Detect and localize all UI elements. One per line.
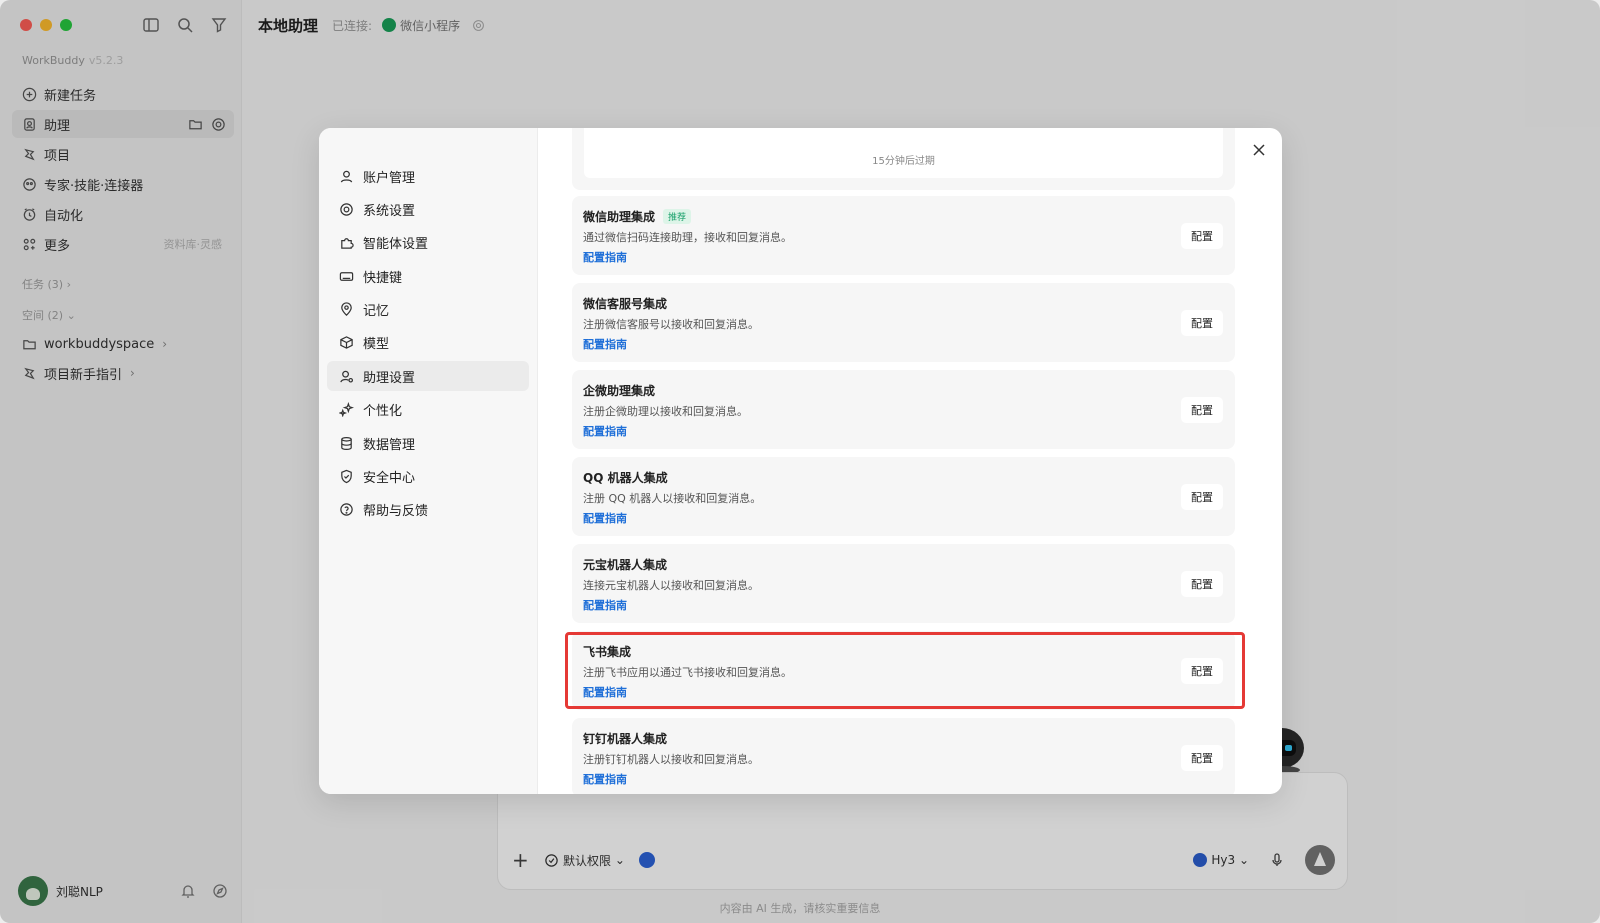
settings-menu-label: 个性化: [363, 404, 403, 420]
help-icon: [339, 502, 354, 517]
settings-menu-label: 帮助与反馈: [363, 504, 429, 520]
integration-card-dingtalk: 钉钉机器人集成 注册钉钉机器人以接收和回复消息。 配置指南 配置: [572, 718, 1235, 794]
shield-icon: [339, 469, 354, 484]
sparkle-icon: [339, 402, 354, 418]
settings-menu-assistant[interactable]: 助理设置: [327, 361, 529, 392]
integration-desc: 通过微信扫码连接助理，接收和回复消息。: [583, 231, 792, 244]
configure-button[interactable]: 配置: [1181, 571, 1223, 597]
configure-button[interactable]: 配置: [1181, 223, 1223, 249]
configure-button[interactable]: 配置: [1181, 745, 1223, 771]
qr-expiry-text: 15分钟后过期: [584, 128, 1223, 178]
assistant-settings-icon: [339, 369, 354, 384]
settings-menu-label: 安全中心: [363, 471, 416, 487]
settings-menu-label: 账户管理: [363, 170, 416, 186]
settings-menu-label: 模型: [363, 337, 390, 353]
config-guide-link[interactable]: 配置指南: [583, 510, 627, 526]
integration-desc: 连接元宝机器人以接收和回复消息。: [583, 579, 759, 592]
settings-menu-shortcuts[interactable]: 快捷键: [327, 261, 529, 291]
integration-card-yuanbao: 元宝机器人集成 连接元宝机器人以接收和回复消息。 配置指南 配置: [572, 544, 1235, 623]
puzzle-icon: [339, 235, 354, 250]
integration-title: QQ 机器人集成: [583, 471, 668, 485]
integration-title: 微信助理集成: [583, 210, 656, 224]
config-guide-link[interactable]: 配置指南: [583, 597, 627, 613]
settings-menu-label: 数据管理: [363, 437, 416, 453]
configure-button[interactable]: 配置: [1181, 310, 1223, 336]
configure-button[interactable]: 配置: [1181, 484, 1223, 510]
settings-menu-personalize[interactable]: 个性化: [327, 395, 529, 425]
settings-menu-label: 记忆: [363, 304, 390, 320]
integration-card-wechat-assistant: 微信助理集成 推荐 通过微信扫码连接助理，接收和回复消息。 配置指南 配置: [572, 196, 1235, 275]
settings-menu-label: 快捷键: [363, 270, 403, 286]
database-icon: [339, 436, 354, 451]
settings-menu-security[interactable]: 安全中心: [327, 462, 529, 492]
settings-menu-account[interactable]: 账户管理: [327, 161, 529, 191]
config-guide-link[interactable]: 配置指南: [583, 771, 627, 787]
config-guide-link[interactable]: 配置指南: [583, 336, 627, 352]
memory-icon: [339, 302, 354, 317]
cube-icon: [339, 335, 354, 350]
integration-desc: 注册 QQ 机器人以接收和回复消息。: [583, 492, 762, 505]
settings-menu-agent[interactable]: 智能体设置: [327, 228, 529, 258]
integration-card-wechat-service: 微信客服号集成 注册微信客服号以接收和回复消息。 配置指南 配置: [572, 283, 1235, 362]
integration-desc: 注册微信客服号以接收和回复消息。: [583, 318, 759, 331]
configure-button[interactable]: 配置: [1181, 397, 1223, 423]
settings-menu-memory[interactable]: 记忆: [327, 295, 529, 325]
settings-menu-label: 智能体设置: [363, 237, 429, 253]
integration-title: 钉钉机器人集成: [583, 732, 668, 746]
settings-menu-system[interactable]: 系统设置: [327, 194, 529, 224]
keyboard-icon: [339, 269, 354, 284]
user-icon: [339, 169, 354, 184]
highlight-annotation: [565, 632, 1245, 709]
app-window: WorkBuddy v5.2.3 新建任务 助理 项目 专家·技能·连接器 自动…: [0, 0, 1600, 923]
integration-title: 微信客服号集成: [583, 297, 668, 311]
settings-menu-help[interactable]: 帮助与反馈: [327, 495, 529, 525]
settings-menu: 账户管理 系统设置 智能体设置 快捷键 记忆 模型 助理设置 个性化 数据管理 …: [319, 128, 538, 794]
config-guide-link[interactable]: 配置指南: [583, 423, 627, 439]
settings-menu-label: 助理设置: [363, 370, 416, 386]
integration-desc: 注册企微助理以接收和回复消息。: [583, 405, 748, 418]
recommended-badge: 推荐: [663, 209, 692, 224]
gear-icon: [339, 202, 354, 217]
qr-card: 15分钟后过期: [572, 128, 1235, 190]
integration-title: 元宝机器人集成: [583, 558, 668, 572]
integration-card-qq: QQ 机器人集成 注册 QQ 机器人以接收和回复消息。 配置指南 配置: [572, 457, 1235, 536]
integration-card-wecom: 企微助理集成 注册企微助理以接收和回复消息。 配置指南 配置: [572, 370, 1235, 449]
config-guide-link[interactable]: 配置指南: [583, 249, 627, 265]
settings-menu-label: 系统设置: [363, 203, 416, 219]
integration-desc: 注册钉钉机器人以接收和回复消息。: [583, 753, 759, 766]
integration-title: 企微助理集成: [583, 384, 656, 398]
settings-menu-data[interactable]: 数据管理: [327, 428, 529, 458]
settings-menu-model[interactable]: 模型: [327, 328, 529, 358]
